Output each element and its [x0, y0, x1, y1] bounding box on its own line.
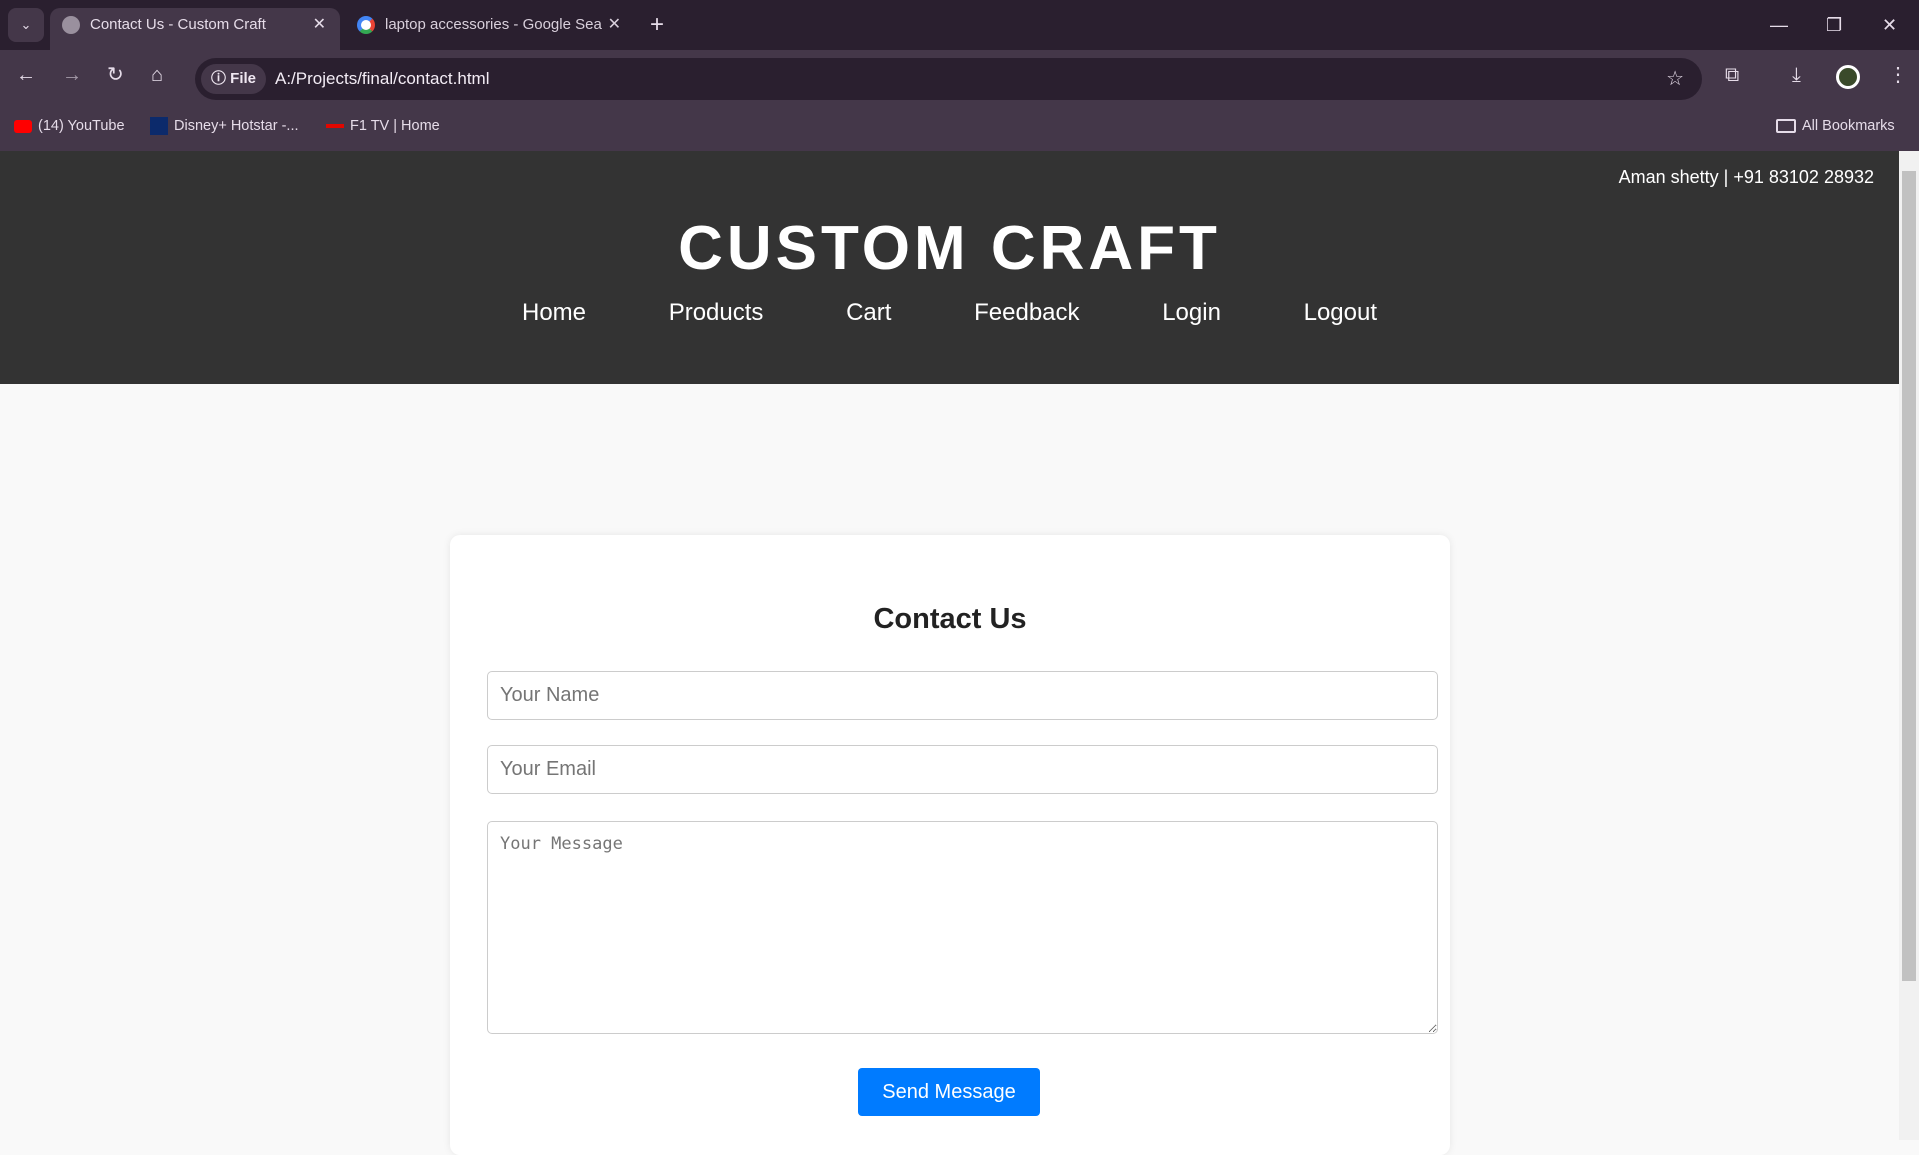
- extensions-icon[interactable]: ⧉: [1725, 62, 1739, 88]
- bookmark-label: F1 TV | Home: [350, 118, 440, 134]
- nav-products[interactable]: Products: [669, 299, 764, 326]
- send-message-button[interactable]: Send Message: [858, 1068, 1040, 1116]
- nav-feedback[interactable]: Feedback: [974, 299, 1079, 326]
- folder-icon: [1776, 119, 1796, 134]
- minimize-icon[interactable]: —: [1770, 8, 1788, 42]
- site-title: CUSTOM CRAFT: [678, 214, 1221, 283]
- url-text[interactable]: A:/Projects/final/contact.html: [275, 58, 489, 100]
- youtube-icon: [14, 119, 32, 133]
- tab-title: laptop accessories - Google Sea: [385, 16, 602, 33]
- close-window-icon[interactable]: ✕: [1882, 8, 1897, 42]
- restore-icon[interactable]: ❐: [1826, 8, 1842, 42]
- nav-cart[interactable]: Cart: [846, 299, 891, 326]
- profile-avatar[interactable]: [1836, 65, 1860, 89]
- tab-bar: ⌄ Contact Us - Custom Craft ✕ laptop acc…: [0, 0, 1919, 50]
- google-icon: [357, 16, 375, 34]
- bookmark-label: Disney+ Hotstar -...: [174, 118, 299, 134]
- site-header: Aman shetty | +91 83102 28932 CUSTOM CRA…: [0, 151, 1899, 384]
- new-tab-icon[interactable]: +: [650, 8, 664, 42]
- bookmark-youtube[interactable]: (14) YouTube: [14, 116, 125, 136]
- back-icon[interactable]: ←: [16, 62, 36, 88]
- site-info-label: File: [230, 70, 257, 87]
- address-bar[interactable]: ⓘ File A:/Projects/final/contact.html ☆: [195, 58, 1702, 100]
- scrollbar-thumb[interactable]: [1902, 171, 1916, 981]
- download-icon[interactable]: ⤓: [1792, 62, 1801, 88]
- bookmark-star-icon[interactable]: ☆: [1666, 58, 1684, 100]
- email-input[interactable]: [487, 745, 1438, 794]
- reload-icon[interactable]: ↻: [107, 62, 124, 88]
- tab-title: Contact Us - Custom Craft: [90, 16, 266, 33]
- form-heading: Contact Us: [873, 603, 1027, 635]
- site-info-chip[interactable]: ⓘ File: [201, 64, 267, 94]
- contact-info: Aman shetty | +91 83102 28932: [1618, 167, 1874, 187]
- tab-search-button[interactable]: ⌄: [8, 8, 44, 42]
- page-scrollbar[interactable]: [1899, 151, 1919, 1140]
- bookmarks-bar: (14) YouTube Disney+ Hotstar -... F1 TV …: [0, 100, 1919, 151]
- tab-google-search[interactable]: laptop accessories - Google Sea ✕: [345, 8, 635, 50]
- tab-contact-us[interactable]: Contact Us - Custom Craft ✕: [50, 8, 340, 50]
- home-icon[interactable]: ⌂: [151, 62, 163, 88]
- hotstar-icon: [150, 117, 168, 136]
- all-bookmarks-label: All Bookmarks: [1802, 118, 1895, 134]
- bookmark-f1tv[interactable]: F1 TV | Home: [326, 116, 440, 136]
- globe-icon: [62, 16, 80, 34]
- bookmark-label: (14) YouTube: [38, 118, 125, 134]
- menu-icon[interactable]: ⋮: [1888, 62, 1908, 88]
- forward-icon[interactable]: →: [62, 62, 82, 88]
- f1-icon: [326, 124, 344, 129]
- message-textarea[interactable]: [487, 821, 1438, 1034]
- nav-login[interactable]: Login: [1162, 299, 1221, 326]
- close-tab-icon[interactable]: ✕: [608, 8, 621, 42]
- browser-toolbar: ← → ↻ ⌂ ⓘ File A:/Projects/final/contact…: [0, 50, 1919, 100]
- contact-form-card: Contact Us Send Message: [450, 535, 1450, 1155]
- bookmark-hotstar[interactable]: Disney+ Hotstar -...: [150, 116, 299, 136]
- all-bookmarks[interactable]: All Bookmarks: [1776, 116, 1895, 136]
- nav-logout[interactable]: Logout: [1304, 299, 1377, 326]
- nav-home[interactable]: Home: [522, 299, 586, 326]
- main-nav: Home Products Cart Feedback Login Logout: [0, 299, 1899, 327]
- close-tab-icon[interactable]: ✕: [313, 8, 326, 42]
- name-input[interactable]: [487, 671, 1438, 720]
